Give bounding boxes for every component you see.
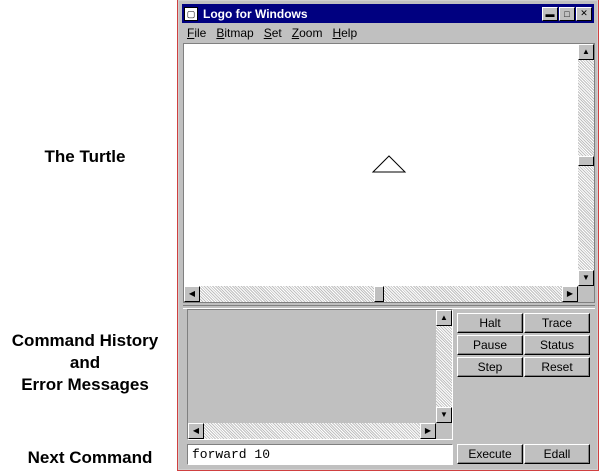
scroll-down-button[interactable]: ▼ [578, 270, 594, 286]
history-scroll-left-button[interactable]: ◀ [188, 423, 204, 439]
history-scroll-down-button[interactable]: ▼ [436, 407, 452, 423]
arrow-down-icon: ▼ [582, 273, 590, 282]
history-annotation: Command History and Error Messages [0, 330, 170, 396]
history-annotation-line-3: Error Messages [21, 375, 149, 394]
maximize-icon: □ [564, 8, 570, 19]
drawing-area[interactable] [184, 44, 578, 286]
trace-button[interactable]: Trace [524, 313, 590, 333]
menu-help-accel: H [332, 26, 342, 40]
horizontal-scroll-thumb[interactable] [374, 286, 384, 302]
menu-zoom-accel: Z [291, 26, 300, 40]
next-command-annotation: Next Command [10, 447, 170, 469]
menu-set-accel: S [263, 26, 272, 40]
menu-file-label: ile [194, 26, 207, 40]
history-annotation-line-2: and [69, 353, 101, 372]
title-bar[interactable]: ▢ Logo for Windows ▬ □ ✕ [182, 4, 594, 23]
scroll-left-button[interactable]: ◀ [184, 286, 200, 302]
canvas-horizontal-scrollbar[interactable]: ◀ ▶ [184, 286, 578, 302]
turtle-icon [371, 155, 407, 173]
arrow-down-icon: ▼ [440, 410, 448, 419]
close-icon: ✕ [580, 8, 588, 18]
next-command-annotation-text: Next Command [27, 448, 153, 467]
arrow-left-icon: ◀ [188, 289, 196, 298]
reset-button[interactable]: Reset [524, 357, 590, 377]
execute-button[interactable]: Execute [457, 444, 523, 464]
minimize-button[interactable]: ▬ [542, 6, 558, 21]
history-horizontal-scrollbar[interactable]: ◀ ▶ [188, 423, 436, 439]
menu-zoom[interactable]: Zoom [288, 26, 329, 40]
menu-zoom-label: oom [299, 26, 323, 40]
edall-button[interactable]: Edall [524, 444, 590, 464]
halt-button[interactable]: Halt [457, 313, 523, 333]
history-scrollbar-corner [436, 423, 452, 439]
arrow-up-icon: ▲ [582, 47, 590, 56]
menu-bitmap-label: itmap [224, 26, 254, 40]
scrollbar-corner [578, 286, 594, 302]
arrow-right-icon: ▶ [424, 426, 432, 435]
close-button[interactable]: ✕ [576, 6, 592, 21]
status-button[interactable]: Status [524, 335, 590, 355]
command-history-list[interactable]: ▲ ▼ ◀ ▶ [187, 309, 453, 440]
menu-set-label: et [271, 26, 282, 40]
turtle-canvas: ▲ ▼ ◀ ▶ [183, 43, 595, 303]
arrow-left-icon: ◀ [192, 426, 200, 435]
history-vertical-scrollbar[interactable]: ▲ ▼ [436, 310, 452, 423]
menu-bitmap[interactable]: Bitmap [212, 26, 259, 40]
history-scroll-up-button[interactable]: ▲ [436, 310, 452, 326]
menu-help-label: elp [341, 26, 358, 40]
pause-button[interactable]: Pause [457, 335, 523, 355]
arrow-right-icon: ▶ [566, 289, 574, 298]
menu-file[interactable]: File [183, 26, 212, 40]
history-annotation-line-1: Command History [11, 331, 159, 350]
scroll-right-button[interactable]: ▶ [562, 286, 578, 302]
arrow-up-icon: ▲ [440, 313, 448, 322]
turtle-annotation: The Turtle [20, 146, 150, 168]
scroll-up-button[interactable]: ▲ [578, 44, 594, 60]
maximize-button[interactable]: □ [559, 6, 575, 21]
history-scroll-right-button[interactable]: ▶ [420, 423, 436, 439]
logo-window: ▢ Logo for Windows ▬ □ ✕ File Bitmap Set… [178, 0, 598, 470]
app-icon[interactable]: ▢ [184, 6, 198, 21]
menu-set[interactable]: Set [260, 26, 288, 40]
step-button[interactable]: Step [457, 357, 523, 377]
vertical-scroll-thumb[interactable] [578, 156, 594, 166]
history-content[interactable] [188, 310, 436, 423]
menu-bar: File Bitmap Set Zoom Help [183, 24, 363, 42]
minimize-icon: ▬ [545, 8, 555, 19]
command-input[interactable] [187, 444, 453, 465]
turtle-annotation-text: The Turtle [44, 147, 126, 166]
window-title: Logo for Windows [203, 6, 308, 21]
canvas-vertical-scrollbar[interactable]: ▲ ▼ [578, 44, 594, 286]
menu-help[interactable]: Help [328, 26, 363, 40]
